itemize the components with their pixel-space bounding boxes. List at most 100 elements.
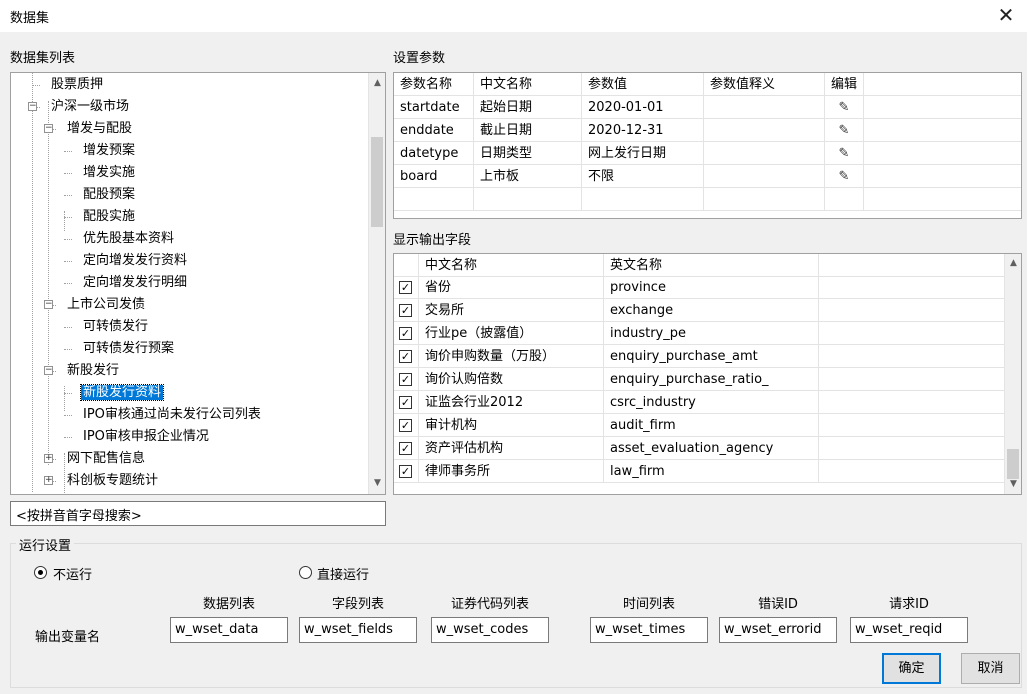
tree-connector-tick bbox=[32, 85, 40, 86]
scroll-up-icon[interactable]: ▲ bbox=[1005, 255, 1021, 272]
collapse-icon[interactable]: − bbox=[44, 366, 53, 375]
scroll-thumb[interactable] bbox=[1007, 449, 1019, 479]
tree-connector-line bbox=[64, 386, 65, 411]
expand-icon[interactable]: + bbox=[44, 454, 53, 463]
tree-item-label: 优先股基本资料 bbox=[83, 231, 175, 246]
tree-item[interactable]: 网下配售信息 bbox=[65, 448, 147, 470]
run-settings-group bbox=[10, 543, 1022, 688]
field-checkbox[interactable]: ✓ bbox=[399, 327, 412, 340]
tree-item[interactable]: 新股发行资料 bbox=[79, 382, 165, 404]
params-cell bbox=[825, 188, 864, 211]
edit-icon[interactable]: ✎ bbox=[825, 165, 864, 188]
tree-item-label: IPO审核申报企业情况 bbox=[83, 429, 209, 444]
dataset-tree[interactable]: 股票质押 − 沪深一级市场 − 增发与配股增发预案增发实施 配股预案 配股实施优先股基本资料… bbox=[10, 72, 386, 495]
field-checkbox[interactable]: ✓ bbox=[399, 373, 412, 386]
output-var-input[interactable]: w_wset_fields bbox=[299, 617, 417, 643]
tree-item[interactable]: 增发预案 bbox=[81, 140, 137, 162]
collapse-icon[interactable]: − bbox=[44, 300, 53, 309]
params-label: 设置参数 bbox=[393, 51, 446, 66]
no-run-label: 不运行 bbox=[53, 568, 93, 583]
tree-connector-tick bbox=[64, 261, 72, 262]
no-run-radio[interactable] bbox=[34, 566, 47, 579]
field-checkbox[interactable]: ✓ bbox=[399, 281, 412, 294]
collapse-icon[interactable]: − bbox=[44, 124, 53, 133]
field-en-name: audit_firm bbox=[604, 414, 819, 437]
edit-icon[interactable]: ✎ bbox=[825, 96, 864, 119]
field-checkbox[interactable]: ✓ bbox=[399, 419, 412, 432]
tree-item[interactable]: 科创板专题统计 bbox=[65, 470, 160, 492]
fields-header-cell: 中文名称 bbox=[419, 254, 604, 277]
tree-item-label: 股票质押 bbox=[51, 77, 104, 92]
params-cell: board bbox=[394, 165, 474, 188]
pinyin-search-input[interactable]: <按拼音首字母搜索> bbox=[10, 501, 386, 526]
tree-item-label: 网下配售信息 bbox=[67, 451, 146, 466]
field-checkbox[interactable]: ✓ bbox=[399, 396, 412, 409]
tree-item[interactable]: 可转债发行预案 bbox=[81, 338, 176, 360]
output-var-caption: 时间列表 bbox=[622, 597, 675, 612]
collapse-icon[interactable]: − bbox=[28, 102, 37, 111]
field-cn-name: 交易所 bbox=[419, 299, 604, 322]
field-checkbox[interactable]: ✓ bbox=[399, 442, 412, 455]
scroll-down-icon[interactable]: ▼ bbox=[1005, 476, 1021, 493]
tree-item[interactable]: IPO审核通过尚未发行公司列表 bbox=[81, 404, 263, 426]
tree-item[interactable]: 沪深一级市场 bbox=[49, 96, 131, 118]
scroll-down-icon[interactable]: ▼ bbox=[369, 475, 385, 492]
field-checkbox[interactable]: ✓ bbox=[399, 465, 412, 478]
fields-grid: 中文名称 英文名称 ✓ 省份 province ✓ 交易所 exchange ✓ 行业pe（披露值… bbox=[393, 253, 1022, 495]
close-icon[interactable]: ✕ bbox=[993, 2, 1019, 28]
edit-icon[interactable]: ✎ bbox=[825, 119, 864, 142]
field-filler bbox=[819, 368, 1005, 391]
scroll-up-icon[interactable]: ▲ bbox=[369, 75, 385, 92]
field-filler bbox=[819, 299, 1005, 322]
expand-icon[interactable]: + bbox=[44, 476, 53, 485]
output-var-caption: 数据列表 bbox=[202, 597, 255, 612]
tree-scrollbar[interactable]: ▲ ▼ bbox=[368, 73, 385, 494]
output-var-input[interactable]: w_wset_data bbox=[170, 617, 288, 643]
output-var-input[interactable]: w_wset_times bbox=[590, 617, 708, 643]
tree-item[interactable]: 配股预案 bbox=[81, 184, 137, 206]
tree-item[interactable]: 股票质押 bbox=[49, 74, 105, 96]
tree-connector-tick bbox=[64, 239, 72, 240]
ok-button[interactable]: 确定 bbox=[882, 653, 941, 684]
tree-item[interactable]: 优先股基本资料 bbox=[81, 228, 176, 250]
tree-item-label: 增发预案 bbox=[83, 143, 136, 158]
field-filler bbox=[819, 322, 1005, 345]
params-cell: 2020-01-01 bbox=[582, 96, 704, 119]
field-cn-name: 证监会行业2012 bbox=[419, 391, 604, 414]
tree-connector-tick bbox=[64, 195, 72, 196]
tree-item[interactable]: 增发与配股 bbox=[65, 118, 134, 140]
field-checkbox[interactable]: ✓ bbox=[399, 350, 412, 363]
output-var-input[interactable]: w_wset_errorid bbox=[719, 617, 837, 643]
tree-item[interactable]: 新股发行 bbox=[65, 360, 121, 382]
tree-item[interactable]: 定向增发发行明细 bbox=[81, 272, 189, 294]
params-cell bbox=[704, 188, 825, 211]
tree-connector-tick bbox=[64, 151, 72, 152]
params-cell: 起始日期 bbox=[474, 96, 582, 119]
field-checkbox[interactable]: ✓ bbox=[399, 304, 412, 317]
params-cell bbox=[704, 96, 825, 119]
params-cell: startdate bbox=[394, 96, 474, 119]
edit-icon[interactable]: ✎ bbox=[825, 142, 864, 165]
tree-item[interactable]: 定向增发发行资料 bbox=[81, 250, 189, 272]
params-cell bbox=[864, 119, 1021, 142]
tree-item-label: IPO审核通过尚未发行公司列表 bbox=[83, 407, 261, 422]
fields-scrollbar[interactable]: ▲ ▼ bbox=[1004, 254, 1021, 494]
tree-item[interactable]: 可转债发行 bbox=[81, 316, 150, 338]
cancel-button[interactable]: 取消 bbox=[961, 653, 1020, 684]
tree-item[interactable]: 上市公司发债 bbox=[65, 294, 147, 316]
params-cell bbox=[864, 142, 1021, 165]
params-cell: 上市板 bbox=[474, 165, 582, 188]
run-radio[interactable] bbox=[299, 566, 312, 579]
params-header-filler bbox=[864, 73, 1021, 96]
title-bar bbox=[0, 0, 1027, 32]
output-var-input[interactable]: w_wset_codes bbox=[431, 617, 549, 643]
tree-item[interactable]: IPO审核申报企业情况 bbox=[81, 426, 211, 448]
output-var-caption: 错误ID bbox=[758, 597, 798, 612]
tree-item[interactable]: 配股实施 bbox=[81, 206, 137, 228]
tree-item[interactable]: 增发实施 bbox=[81, 162, 137, 184]
output-var-caption: 证券代码列表 bbox=[450, 597, 529, 612]
field-en-name: province bbox=[604, 276, 819, 299]
field-cn-name: 询价申购数量（万股） bbox=[419, 345, 604, 368]
scroll-thumb[interactable] bbox=[371, 137, 383, 227]
output-var-input[interactable]: w_wset_reqid bbox=[850, 617, 968, 643]
